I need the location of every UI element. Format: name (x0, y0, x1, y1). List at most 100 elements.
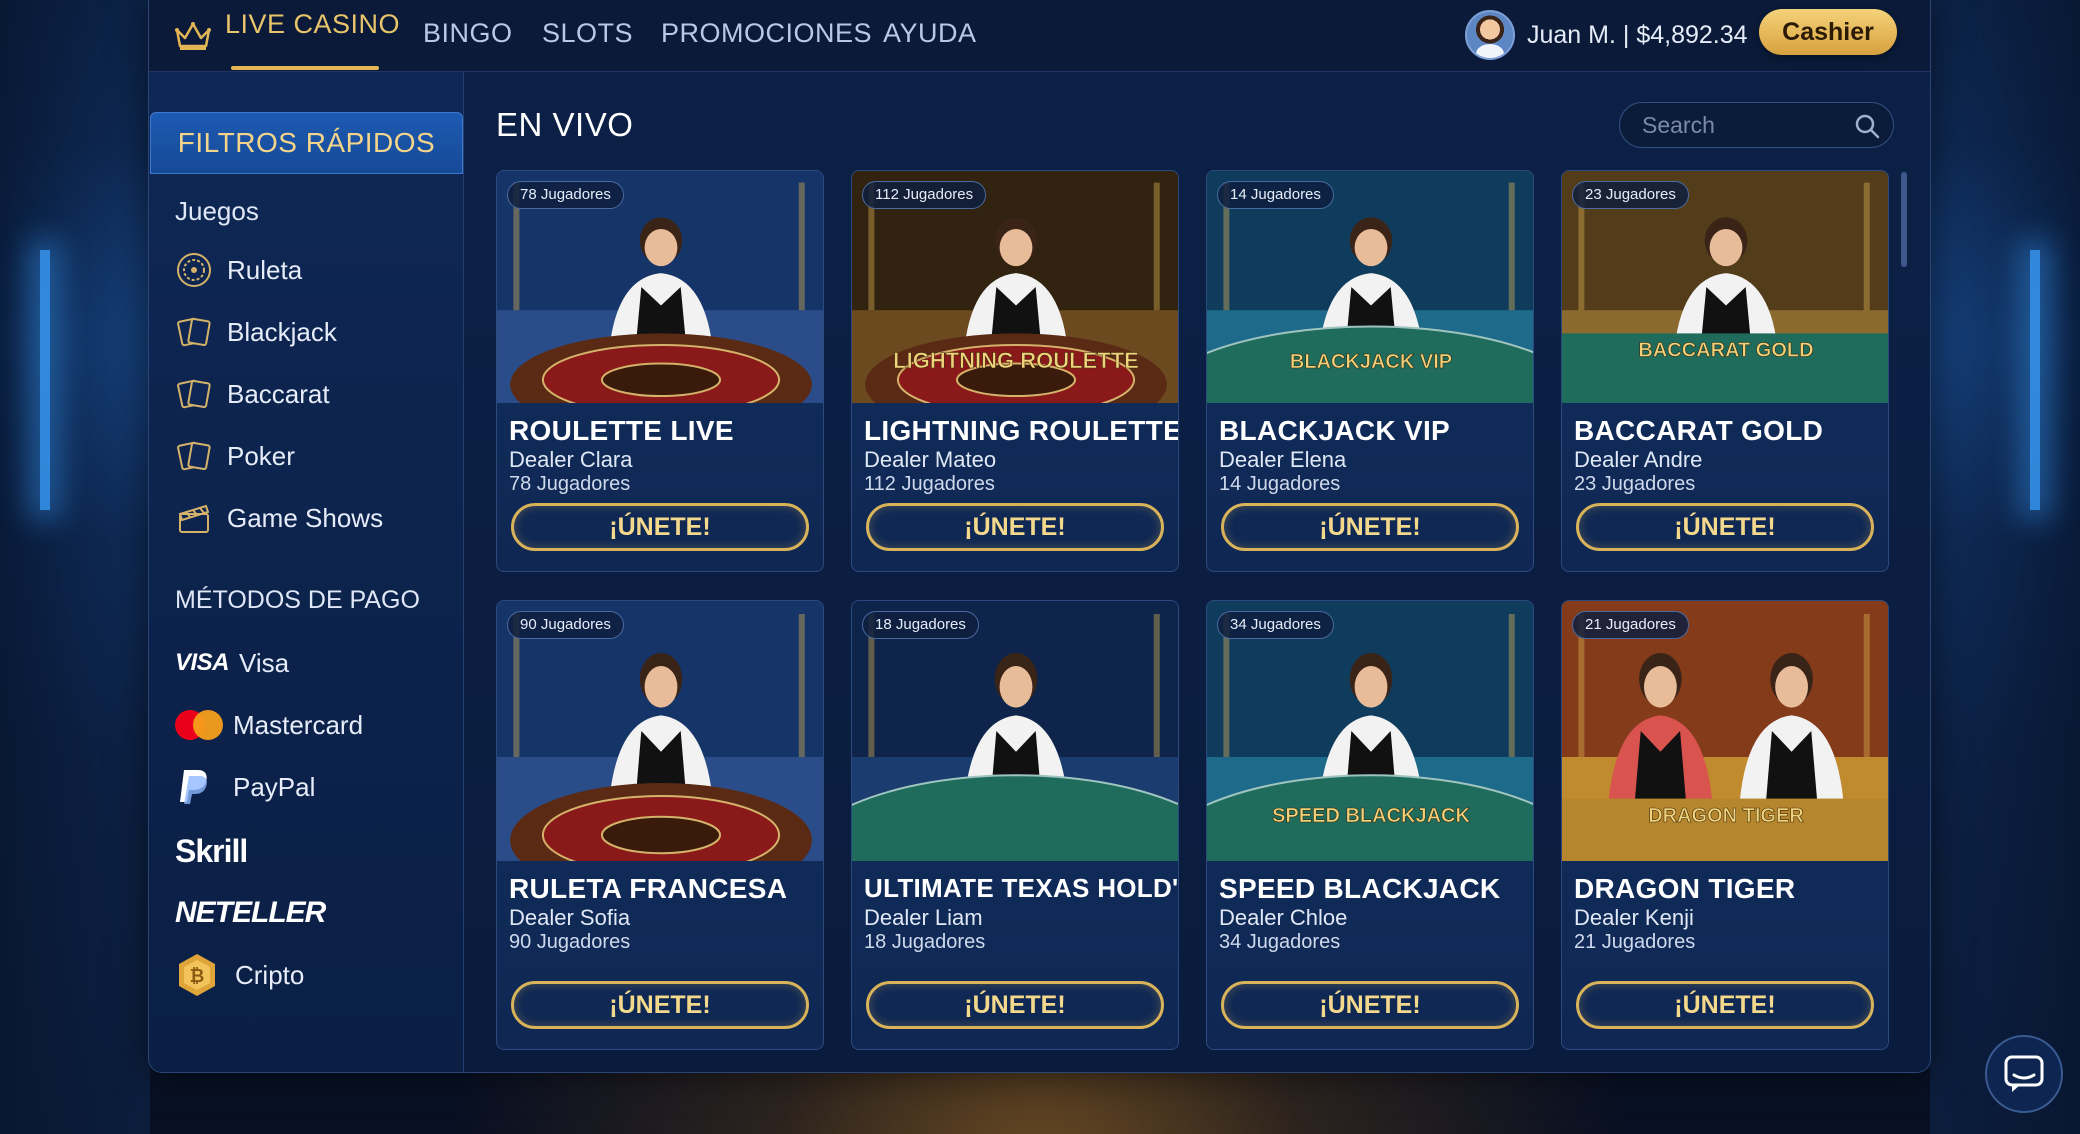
payment-cripto[interactable]: ₿ Cripto (175, 952, 304, 998)
sidebar-item-baccarat[interactable]: Baccarat (175, 372, 330, 416)
scrollbar[interactable] (1901, 172, 1907, 267)
background-light (2030, 250, 2040, 510)
player-count: 90 Jugadores (509, 931, 631, 953)
user-balance: Juan M. | $4,892.34 (1527, 20, 1748, 49)
players-badge: 14 Jugadores (1217, 181, 1334, 209)
search-input[interactable] (1642, 111, 1842, 139)
join-button[interactable]: ¡ÚNETE! (1221, 981, 1519, 1029)
nav-promociones[interactable]: PROMOCIONES (661, 0, 872, 72)
game-thumbnail[interactable] (497, 601, 823, 861)
join-button[interactable]: ¡ÚNETE! (511, 503, 809, 551)
visa-logo: VISA (175, 649, 230, 676)
players-badge: 78 Jugadores (507, 181, 624, 209)
player-count: 14 Jugadores (1219, 473, 1341, 495)
neteller-logo: NETELLER (175, 896, 326, 929)
paypal-logo (175, 768, 213, 806)
nav-live-casino[interactable]: LIVE CASINO (173, 9, 400, 60)
search-box[interactable] (1619, 102, 1894, 148)
game-card[interactable]: SPEED BLACKJACK 34 Jugadores SPEED BLACKJ… (1206, 600, 1534, 1050)
player-count: 34 Jugadores (1219, 931, 1341, 953)
page-title: EN VIVO (496, 106, 634, 143)
payment-neteller[interactable]: NETELLER (175, 890, 326, 936)
svg-text:SPEED BLACKJACK: SPEED BLACKJACK (1272, 805, 1470, 827)
cashier-button[interactable]: Cashier (1759, 9, 1897, 55)
game-card[interactable]: BLACKJACK VIP 14 Jugadores BLACKJACK VIP D… (1206, 170, 1534, 572)
payment-skrill[interactable]: Skrill (175, 828, 248, 874)
players-badge: 18 Jugadores (862, 611, 979, 639)
player-count: 18 Jugadores (864, 931, 986, 953)
payment-label: Mastercard (233, 709, 364, 740)
top-nav: LIVE CASINO BINGO SLOTS PROMOCIONES AYUD… (149, 0, 1930, 72)
nav-bingo[interactable]: BINGO (423, 0, 513, 72)
cards-icon (175, 375, 213, 413)
join-button[interactable]: ¡ÚNETE! (866, 981, 1164, 1029)
player-count: 112 Jugadores (864, 473, 995, 495)
user-account[interactable]: Juan M. | $4,892.34 (1465, 9, 1748, 61)
payment-visa[interactable]: VISA Visa (175, 640, 289, 686)
game-title: BLACKJACK VIP (1219, 415, 1451, 446)
svg-text:₿: ₿ (190, 966, 205, 986)
svg-text:LIGHTNING ROULETTE: LIGHTNING ROULETTE (893, 348, 1139, 373)
players-badge: 90 Jugadores (507, 611, 624, 639)
game-scene-image (852, 601, 1178, 861)
join-button[interactable]: ¡ÚNETE! (1576, 981, 1874, 1029)
clapperboard-icon (175, 499, 213, 537)
game-title: ROULETTE LIVE (509, 415, 734, 446)
search-icon[interactable] (1853, 112, 1881, 140)
payment-paypal[interactable]: PayPal (175, 764, 315, 810)
sidebar-item-ruleta[interactable]: Ruleta (175, 248, 302, 292)
svg-text:DRAGON TIGER: DRAGON TIGER (1648, 805, 1804, 827)
players-badge: 112 Jugadores (862, 181, 987, 209)
game-scene-image: SPEED BLACKJACK (1207, 601, 1533, 861)
players-badge: 23 Jugadores (1572, 181, 1689, 209)
nav-slots[interactable]: SLOTS (542, 0, 633, 72)
cards-icon (175, 313, 213, 351)
game-card[interactable]: DRAGON TIGER 21 Jugadores DRAGON TIGER Dea… (1561, 600, 1889, 1050)
dealer-name: Dealer Kenji (1574, 905, 1694, 930)
game-scene-image: DRAGON TIGER (1562, 601, 1888, 861)
nav-ayuda[interactable]: AYUDA (883, 0, 977, 72)
quick-filters-header: FILTROS RÁPIDOS (150, 112, 463, 174)
game-card[interactable]: 18 Jugadores ULTIMATE TEXAS HOLD'EMDealer… (851, 600, 1179, 1050)
dealer-name: Dealer Sofia (509, 905, 631, 930)
sidebar-item-game-shows[interactable]: Game Shows (175, 496, 383, 540)
cards-icon (175, 437, 213, 475)
player-count: 78 Jugadores (509, 473, 631, 495)
game-title: RULETA FRANCESA (509, 873, 788, 904)
sidebar: FILTROS RÁPIDOS Juegos Ruleta Blackjack … (149, 72, 464, 1072)
game-thumbnail[interactable] (852, 601, 1178, 861)
sidebar-item-label: Ruleta (227, 254, 303, 285)
game-title: DRAGON TIGER (1574, 873, 1796, 904)
join-button[interactable]: ¡ÚNETE! (1221, 503, 1519, 551)
game-thumbnail[interactable]: SPEED BLACKJACK (1207, 601, 1533, 861)
dealer-name: Dealer Elena (1219, 447, 1347, 472)
sidebar-item-label: Blackjack (227, 316, 337, 347)
join-button[interactable]: ¡ÚNETE! (511, 981, 809, 1029)
game-card[interactable]: 78 Jugadores ROULETTE LIVE Dealer Clara 78 … (496, 170, 824, 572)
game-scene-image (497, 601, 823, 861)
sidebar-item-blackjack[interactable]: Blackjack (175, 310, 337, 354)
dealer-name: Dealer Mateo (864, 447, 997, 472)
sidebar-item-poker[interactable]: Poker (175, 434, 295, 478)
payment-label: Cripto (235, 959, 305, 990)
player-count: 23 Jugadores (1574, 473, 1696, 495)
casino-app: LIVE CASINO BINGO SLOTS PROMOCIONES AYUD… (148, 0, 1931, 1073)
payment-mastercard[interactable]: Mastercard (175, 702, 363, 748)
join-button[interactable]: ¡ÚNETE! (1576, 503, 1874, 551)
chat-icon (2004, 1055, 2044, 1092)
game-card[interactable]: 90 Jugadores RULETA FRANCESA Dealer Sofia 9… (496, 600, 824, 1050)
background-right (1930, 0, 2080, 1134)
payments-section-title: MÉTODOS DE PAGO (175, 586, 420, 614)
sidebar-item-label: Game Shows (227, 502, 384, 533)
chat-button[interactable] (1985, 1035, 2063, 1113)
main-content: EN VIVO 78 Jugadores ROULETTE LIVE Dealer … (464, 72, 1930, 1072)
join-button[interactable]: ¡ÚNETE! (866, 503, 1164, 551)
game-card[interactable]: BACCARAT GOLD 23 Jugadores BACCARAT GOLD D… (1561, 170, 1889, 572)
game-card[interactable]: LIGHTNING ROULETTE 112 Jugadores LIGHTNIN… (851, 170, 1179, 572)
roulette-icon (175, 251, 213, 289)
game-title: SPEED BLACKJACK (1219, 873, 1501, 904)
dealer-name: Dealer Liam (864, 905, 983, 930)
game-thumbnail[interactable]: DRAGON TIGER (1562, 601, 1888, 861)
sidebar-item-label: Baccarat (227, 378, 330, 409)
crown-icon (175, 22, 211, 50)
